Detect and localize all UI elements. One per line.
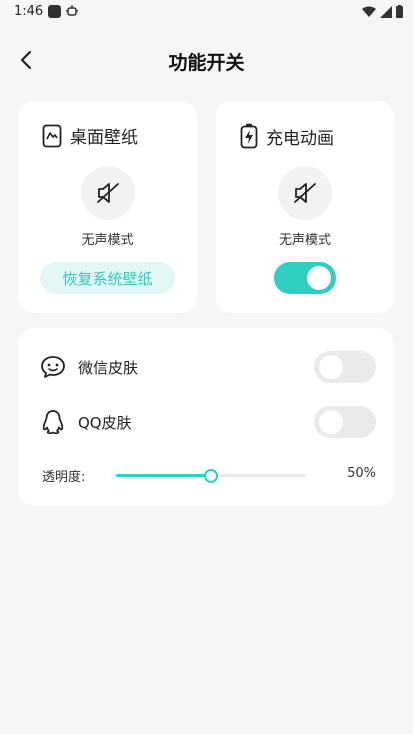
wifi-icon [362, 6, 376, 17]
qq-icon [42, 410, 64, 435]
battery-icon [396, 5, 403, 18]
charge-card-header: 充电动画 [240, 123, 334, 149]
switch-knob [307, 266, 331, 290]
opacity-slider-fill [116, 474, 211, 477]
qq-skin-label: QQ皮肤 [78, 413, 132, 432]
skin-card: 微信皮肤 QQ皮肤 透明度: 50% [18, 328, 394, 506]
wechat-icon [41, 356, 65, 378]
wechat-skin-row: 微信皮肤 [40, 350, 376, 384]
header: 功能开关 [0, 40, 413, 80]
mute-icon [294, 183, 316, 203]
switch-knob [319, 355, 343, 379]
qq-skin-row: QQ皮肤 [40, 405, 376, 439]
notification-icons [48, 4, 79, 18]
wechat-skin-switch[interactable] [314, 351, 376, 383]
wallpaper-mode-label: 无声模式 [81, 233, 134, 248]
wechat-skin-label: 微信皮肤 [78, 358, 139, 377]
status-time: 1:46 [14, 4, 44, 19]
bug-icon [66, 5, 78, 16]
signal-icon [380, 5, 392, 18]
switch-knob [319, 410, 343, 434]
charge-mode-label: 无声模式 [278, 233, 331, 248]
charge-animation-switch[interactable] [274, 262, 336, 294]
wallpaper-title: 桌面壁纸 [70, 128, 138, 148]
opacity-label: 透明度: [42, 470, 86, 485]
opacity-row: 透明度: 50% [42, 465, 376, 485]
mute-icon [96, 183, 119, 203]
charge-title: 充电动画 [266, 128, 334, 149]
wallpaper-card-header: 桌面壁纸 [42, 123, 138, 148]
status-bar: 1:46 [0, 0, 413, 24]
system-status-icons [362, 5, 403, 18]
opacity-slider-thumb[interactable] [204, 469, 218, 483]
qq-skin-switch[interactable] [314, 406, 376, 438]
page-title: 功能开关 [168, 52, 245, 74]
opacity-value: 50% [347, 466, 376, 481]
charge-animation-card: 充电动画 无声模式 [216, 101, 394, 313]
battery-charge-icon [240, 123, 258, 149]
wallpaper-card: 桌面壁纸 无声模式 恢复系统壁纸 [18, 101, 197, 313]
opacity-slider[interactable] [116, 469, 306, 483]
wallpaper-icon [42, 124, 62, 147]
charge-mute-toggle[interactable] [278, 166, 332, 220]
wallpaper-mute-toggle[interactable] [80, 166, 135, 220]
restore-wallpaper-button[interactable]: 恢复系统壁纸 [40, 262, 175, 294]
notification-app-icon [48, 4, 61, 18]
